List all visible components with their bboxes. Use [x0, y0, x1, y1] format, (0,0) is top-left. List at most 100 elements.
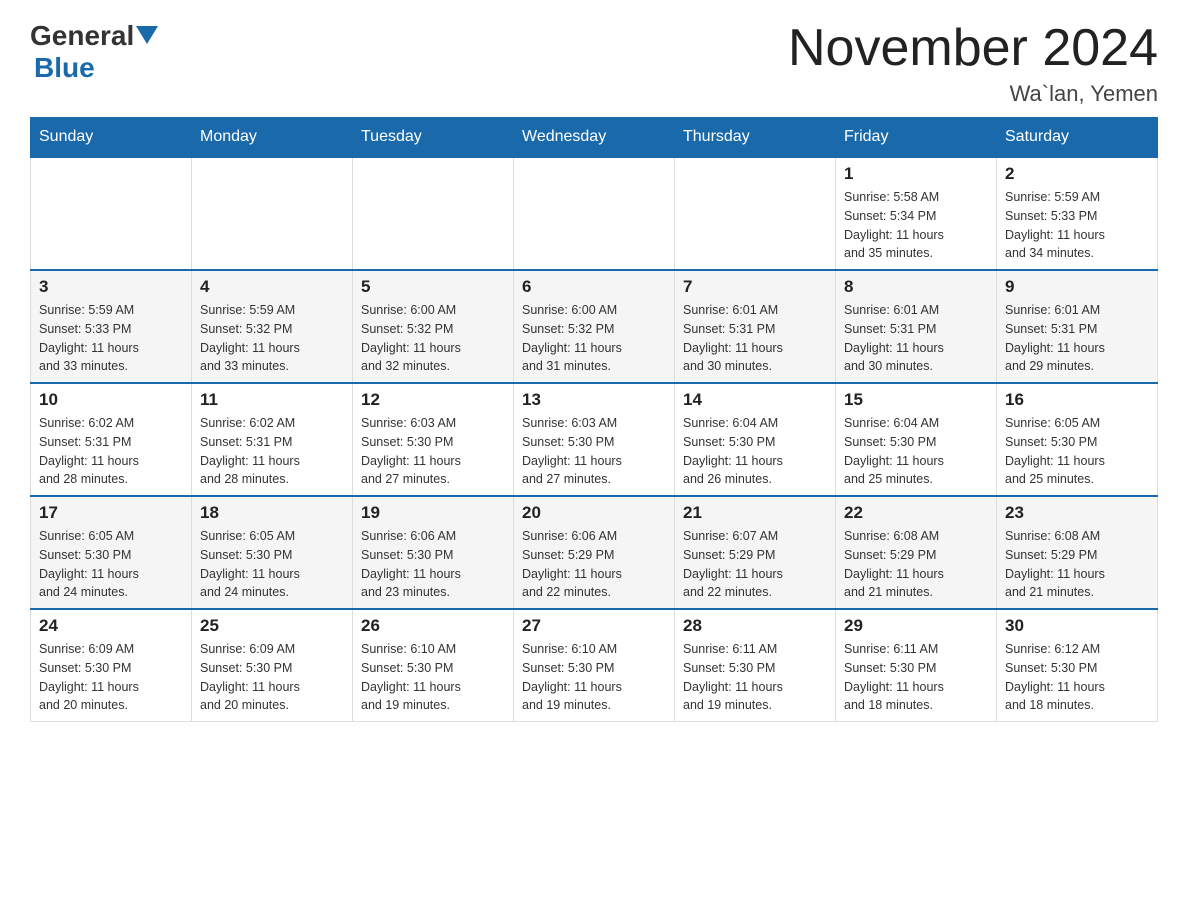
- day-info: Sunrise: 5:59 AMSunset: 5:33 PMDaylight:…: [39, 301, 183, 376]
- calendar-cell: 7 Sunrise: 6:01 AMSunset: 5:31 PMDaylight…: [675, 270, 836, 383]
- day-info: Sunrise: 6:07 AMSunset: 5:29 PMDaylight:…: [683, 527, 827, 602]
- day-info: Sunrise: 6:01 AMSunset: 5:31 PMDaylight:…: [1005, 301, 1149, 376]
- day-number: 21: [683, 503, 827, 523]
- calendar-cell: 3 Sunrise: 5:59 AMSunset: 5:33 PMDaylight…: [31, 270, 192, 383]
- day-number: 7: [683, 277, 827, 297]
- calendar-cell: 28 Sunrise: 6:11 AMSunset: 5:30 PMDayligh…: [675, 609, 836, 722]
- day-info: Sunrise: 6:03 AMSunset: 5:30 PMDaylight:…: [522, 414, 666, 489]
- day-info: Sunrise: 6:10 AMSunset: 5:30 PMDaylight:…: [361, 640, 505, 715]
- day-info: Sunrise: 6:09 AMSunset: 5:30 PMDaylight:…: [200, 640, 344, 715]
- title-area: November 2024 Wa`lan, Yemen: [788, 20, 1158, 107]
- calendar-cell: 25 Sunrise: 6:09 AMSunset: 5:30 PMDayligh…: [192, 609, 353, 722]
- calendar-cell: [192, 157, 353, 270]
- calendar-week-row: 10 Sunrise: 6:02 AMSunset: 5:31 PMDayligh…: [31, 383, 1158, 496]
- day-number: 29: [844, 616, 988, 636]
- day-info: Sunrise: 6:08 AMSunset: 5:29 PMDaylight:…: [1005, 527, 1149, 602]
- weekday-header-thursday: Thursday: [675, 118, 836, 158]
- day-number: 5: [361, 277, 505, 297]
- day-info: Sunrise: 6:06 AMSunset: 5:30 PMDaylight:…: [361, 527, 505, 602]
- day-number: 6: [522, 277, 666, 297]
- day-number: 26: [361, 616, 505, 636]
- day-number: 17: [39, 503, 183, 523]
- day-number: 25: [200, 616, 344, 636]
- day-number: 8: [844, 277, 988, 297]
- day-info: Sunrise: 6:10 AMSunset: 5:30 PMDaylight:…: [522, 640, 666, 715]
- day-info: Sunrise: 5:58 AMSunset: 5:34 PMDaylight:…: [844, 188, 988, 263]
- day-number: 4: [200, 277, 344, 297]
- calendar-cell: 16 Sunrise: 6:05 AMSunset: 5:30 PMDayligh…: [997, 383, 1158, 496]
- calendar-cell: 22 Sunrise: 6:08 AMSunset: 5:29 PMDayligh…: [836, 496, 997, 609]
- day-info: Sunrise: 6:04 AMSunset: 5:30 PMDaylight:…: [683, 414, 827, 489]
- day-info: Sunrise: 6:11 AMSunset: 5:30 PMDaylight:…: [683, 640, 827, 715]
- location-title: Wa`lan, Yemen: [788, 81, 1158, 107]
- calendar-week-row: 17 Sunrise: 6:05 AMSunset: 5:30 PMDayligh…: [31, 496, 1158, 609]
- logo-general-text: General: [30, 20, 134, 52]
- calendar-cell: 11Sunrise: 6:02 AMSunset: 5:31 PMDayligh…: [192, 383, 353, 496]
- calendar-cell: 20 Sunrise: 6:06 AMSunset: 5:29 PMDayligh…: [514, 496, 675, 609]
- day-info: Sunrise: 6:08 AMSunset: 5:29 PMDaylight:…: [844, 527, 988, 602]
- weekday-header-row: SundayMondayTuesdayWednesdayThursdayFrid…: [31, 118, 1158, 158]
- calendar-cell: [675, 157, 836, 270]
- day-info: Sunrise: 6:06 AMSunset: 5:29 PMDaylight:…: [522, 527, 666, 602]
- day-info: Sunrise: 6:03 AMSunset: 5:30 PMDaylight:…: [361, 414, 505, 489]
- logo-blue-text: Blue: [34, 52, 95, 83]
- day-info: Sunrise: 6:04 AMSunset: 5:30 PMDaylight:…: [844, 414, 988, 489]
- calendar-cell: [514, 157, 675, 270]
- day-number: 28: [683, 616, 827, 636]
- day-info: Sunrise: 6:00 AMSunset: 5:32 PMDaylight:…: [361, 301, 505, 376]
- day-number: 10: [39, 390, 183, 410]
- logo: General Blue: [30, 20, 158, 84]
- calendar-cell: 29 Sunrise: 6:11 AMSunset: 5:30 PMDayligh…: [836, 609, 997, 722]
- weekday-header-monday: Monday: [192, 118, 353, 158]
- day-number: 18: [200, 503, 344, 523]
- day-info: Sunrise: 5:59 AMSunset: 5:33 PMDaylight:…: [1005, 188, 1149, 263]
- weekday-header-saturday: Saturday: [997, 118, 1158, 158]
- calendar-cell: 2 Sunrise: 5:59 AMSunset: 5:33 PMDaylight…: [997, 157, 1158, 270]
- day-number: 19: [361, 503, 505, 523]
- day-info: Sunrise: 5:59 AMSunset: 5:32 PMDaylight:…: [200, 301, 344, 376]
- calendar-cell: 23 Sunrise: 6:08 AMSunset: 5:29 PMDayligh…: [997, 496, 1158, 609]
- day-number: 1: [844, 164, 988, 184]
- day-number: 20: [522, 503, 666, 523]
- day-info: Sunrise: 6:05 AMSunset: 5:30 PMDaylight:…: [1005, 414, 1149, 489]
- calendar-table: SundayMondayTuesdayWednesdayThursdayFrid…: [30, 117, 1158, 722]
- calendar-cell: 30 Sunrise: 6:12 AMSunset: 5:30 PMDayligh…: [997, 609, 1158, 722]
- weekday-header-tuesday: Tuesday: [353, 118, 514, 158]
- day-info: Sunrise: 6:11 AMSunset: 5:30 PMDaylight:…: [844, 640, 988, 715]
- calendar-cell: 13 Sunrise: 6:03 AMSunset: 5:30 PMDayligh…: [514, 383, 675, 496]
- calendar-cell: [353, 157, 514, 270]
- page-header: General Blue November 2024 Wa`lan, Yemen: [30, 20, 1158, 107]
- calendar-cell: 24Sunrise: 6:09 AMSunset: 5:30 PMDayligh…: [31, 609, 192, 722]
- logo-triangle-icon: [136, 26, 158, 48]
- month-title: November 2024: [788, 20, 1158, 77]
- calendar-cell: 15Sunrise: 6:04 AMSunset: 5:30 PMDayligh…: [836, 383, 997, 496]
- day-number: 22: [844, 503, 988, 523]
- day-number: 13: [522, 390, 666, 410]
- calendar-cell: 18 Sunrise: 6:05 AMSunset: 5:30 PMDayligh…: [192, 496, 353, 609]
- calendar-cell: 9 Sunrise: 6:01 AMSunset: 5:31 PMDaylight…: [997, 270, 1158, 383]
- day-number: 2: [1005, 164, 1149, 184]
- day-number: 27: [522, 616, 666, 636]
- calendar-cell: 10 Sunrise: 6:02 AMSunset: 5:31 PMDayligh…: [31, 383, 192, 496]
- day-info: Sunrise: 6:12 AMSunset: 5:30 PMDaylight:…: [1005, 640, 1149, 715]
- calendar-cell: 27 Sunrise: 6:10 AMSunset: 5:30 PMDayligh…: [514, 609, 675, 722]
- weekday-header-wednesday: Wednesday: [514, 118, 675, 158]
- day-info: Sunrise: 6:01 AMSunset: 5:31 PMDaylight:…: [844, 301, 988, 376]
- day-info: Sunrise: 6:01 AMSunset: 5:31 PMDaylight:…: [683, 301, 827, 376]
- day-info: Sunrise: 6:05 AMSunset: 5:30 PMDaylight:…: [200, 527, 344, 602]
- day-number: 3: [39, 277, 183, 297]
- calendar-cell: 19 Sunrise: 6:06 AMSunset: 5:30 PMDayligh…: [353, 496, 514, 609]
- day-number: 9: [1005, 277, 1149, 297]
- calendar-cell: 8 Sunrise: 6:01 AMSunset: 5:31 PMDaylight…: [836, 270, 997, 383]
- day-number: 23: [1005, 503, 1149, 523]
- calendar-cell: 5 Sunrise: 6:00 AMSunset: 5:32 PMDaylight…: [353, 270, 514, 383]
- day-number: 30: [1005, 616, 1149, 636]
- day-number: 24: [39, 616, 183, 636]
- day-info: Sunrise: 6:02 AMSunset: 5:31 PMDaylight:…: [39, 414, 183, 489]
- day-number: 16: [1005, 390, 1149, 410]
- weekday-header-friday: Friday: [836, 118, 997, 158]
- day-info: Sunrise: 6:00 AMSunset: 5:32 PMDaylight:…: [522, 301, 666, 376]
- calendar-week-row: 24 Sunrise: 6:09 AMSunset: 5:30 PMDayligh…: [31, 609, 1158, 722]
- calendar-cell: 14Sunrise: 6:04 AMSunset: 5:30 PMDayligh…: [675, 383, 836, 496]
- calendar-cell: 6 Sunrise: 6:00 AMSunset: 5:32 PMDaylight…: [514, 270, 675, 383]
